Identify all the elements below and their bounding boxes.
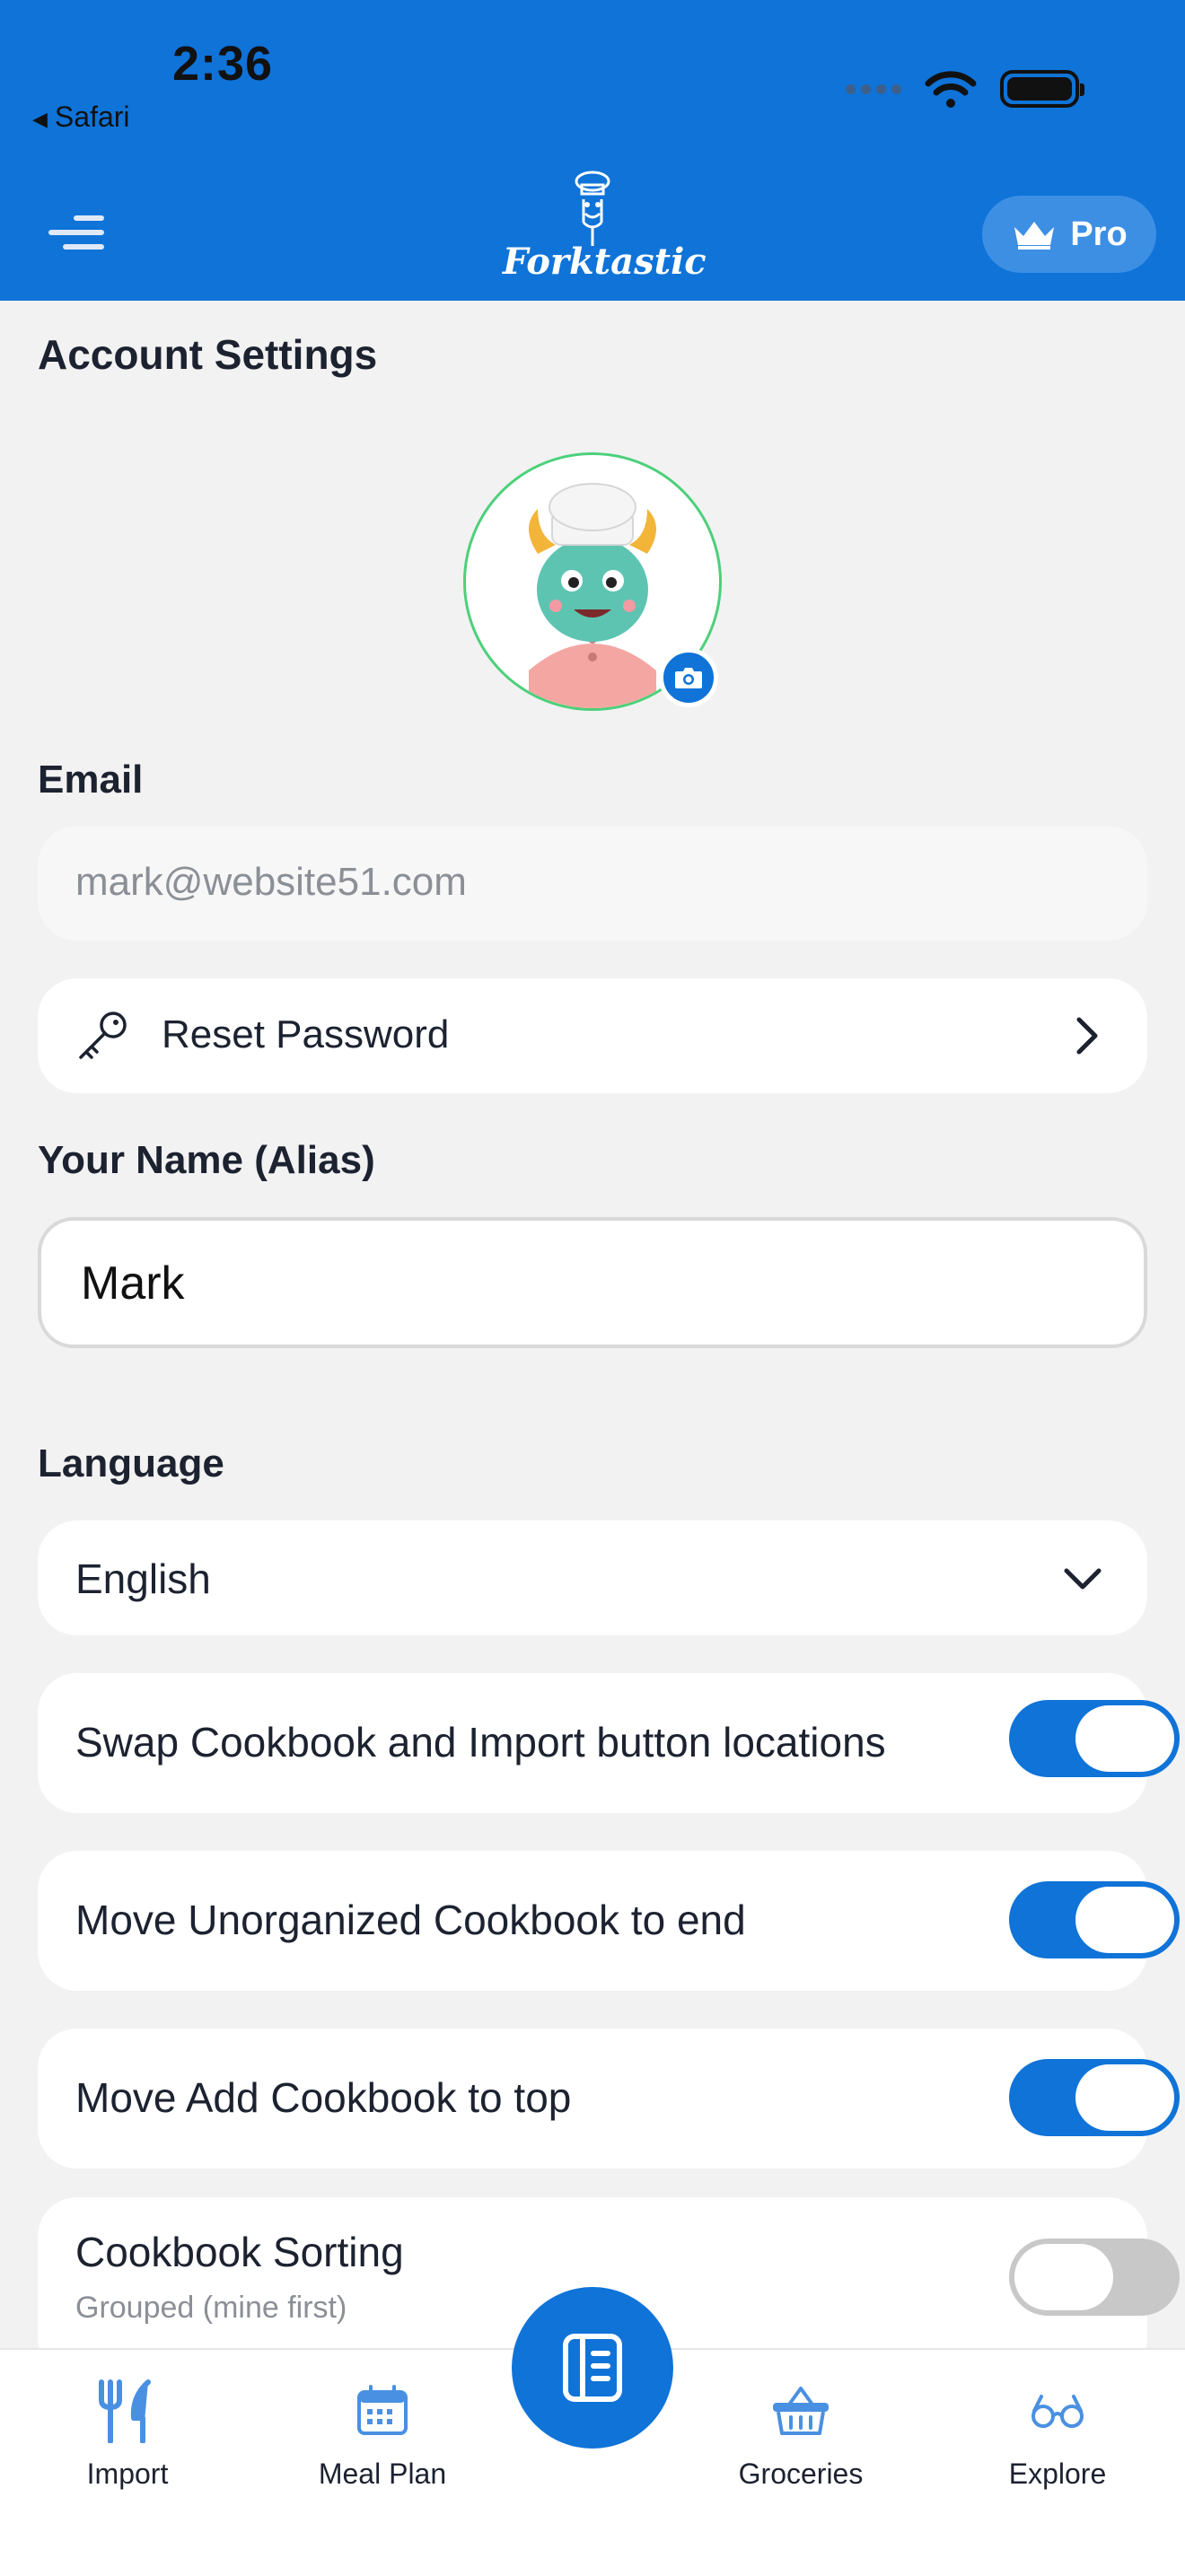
chevron-down-icon	[1064, 1568, 1102, 1590]
nav-meal-plan[interactable]: Meal Plan	[284, 2375, 481, 2491]
logo-wordmark: Forktastic	[503, 241, 707, 283]
key-icon	[79, 1012, 127, 1059]
setting-row-swap-buttons: Swap Cookbook and Import button location…	[38, 1673, 1180, 1813]
language-select[interactable]: English	[38, 1520, 1147, 1635]
language-label: Language	[38, 1441, 224, 1485]
wifi-icon	[925, 71, 977, 108]
signal-dots-icon	[846, 83, 901, 94]
battery-icon	[1000, 70, 1084, 108]
unorganized-end-toggle[interactable]	[1009, 1881, 1180, 1958]
nav-import[interactable]: Import	[29, 2375, 226, 2491]
setting-row-unorganized-end: Move Unorganized Cookbook to end	[38, 1851, 1180, 1991]
app-header: 2:36 ◀ Safari Forktastic Pro	[0, 0, 1185, 301]
camera-icon	[675, 668, 702, 688]
setting-label: Move Unorganized Cookbook to end	[75, 1897, 746, 1943]
change-photo-button[interactable]	[659, 648, 718, 707]
cookbook-sorting-value: Grouped (mine first)	[75, 2291, 347, 2325]
email-field: mark@website51.com	[38, 826, 1147, 941]
name-input[interactable]: Mark	[38, 1217, 1147, 1348]
app-logo: Forktastic	[503, 169, 707, 299]
status-time: 2:36	[172, 37, 274, 91]
menu-button[interactable]	[48, 215, 104, 251]
back-to-app-link[interactable]: ◀ Safari	[32, 101, 130, 134]
add-cookbook-top-toggle[interactable]	[1009, 2059, 1180, 2136]
nav-label: Explore	[1008, 2458, 1107, 2490]
nav-groceries[interactable]: Groceries	[702, 2375, 900, 2491]
pro-label: Pro	[1070, 215, 1128, 253]
fork-knife-icon	[99, 2379, 151, 2443]
cookbook-sorting-toggle[interactable]	[1009, 2239, 1180, 2316]
reset-password-label: Reset Password	[162, 1012, 450, 1056]
back-app-label: Safari	[54, 101, 130, 133]
nav-label: Meal Plan	[318, 2458, 447, 2490]
page-title: Account Settings	[38, 331, 378, 378]
setting-row-add-cookbook-top: Move Add Cookbook to top	[38, 2028, 1180, 2169]
setting-label: Swap Cookbook and Import button location…	[75, 1719, 886, 1766]
cookbook-icon	[563, 2334, 622, 2402]
chef-fork-icon	[575, 171, 610, 246]
pro-button[interactable]: Pro	[982, 196, 1156, 273]
crown-icon	[1014, 222, 1055, 250]
setting-label: Move Add Cookbook to top	[75, 2074, 572, 2121]
glasses-icon	[1031, 2395, 1084, 2428]
email-value: mark@website51.com	[75, 860, 467, 904]
status-indicators	[846, 66, 1084, 111]
cookbook-center-button[interactable]	[512, 2287, 673, 2449]
cookbook-sorting-label: Cookbook Sorting	[75, 2229, 404, 2275]
email-label: Email	[38, 758, 144, 802]
name-label: Your Name (Alias)	[38, 1138, 375, 1182]
name-value: Mark	[81, 1257, 185, 1310]
language-value: English	[75, 1555, 211, 1602]
basket-icon	[773, 2387, 829, 2435]
calendar-icon	[357, 2385, 408, 2435]
nav-explore[interactable]: Explore	[959, 2375, 1156, 2491]
swap-buttons-toggle[interactable]	[1009, 1700, 1180, 1777]
nav-label: Groceries	[738, 2458, 864, 2490]
chevron-right-icon	[1076, 1017, 1098, 1055]
back-triangle-icon: ◀	[32, 107, 48, 130]
reset-password-button[interactable]: Reset Password	[38, 978, 1147, 1093]
nav-label: Import	[86, 2458, 169, 2490]
